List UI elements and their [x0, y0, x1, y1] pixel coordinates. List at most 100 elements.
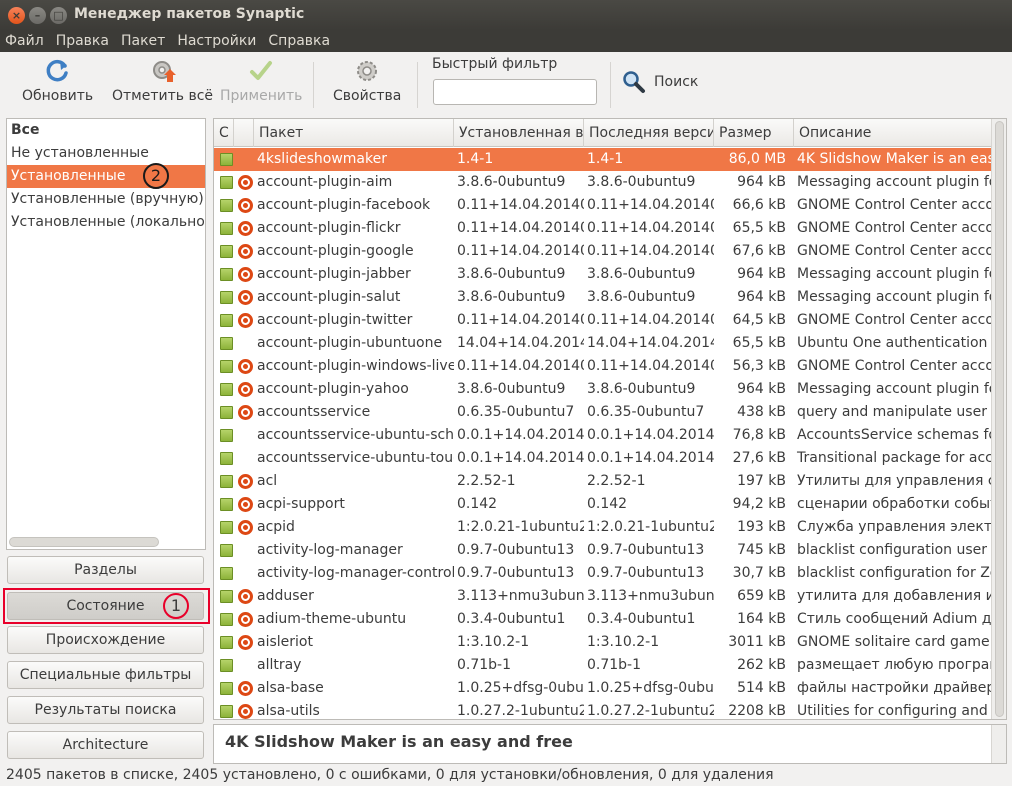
status-cell[interactable]: [214, 217, 234, 240]
table-row[interactable]: account-plugin-yahoo 3.8.6-0ubuntu9 3.8.6-…: [214, 378, 992, 401]
installed-checkbox-icon[interactable]: [220, 406, 233, 419]
filter-item-not-installed[interactable]: Не установленные: [7, 142, 205, 165]
table-vscroll-thumb[interactable]: [995, 121, 1004, 717]
maximize-button[interactable]: □: [50, 7, 67, 24]
table-row[interactable]: account-plugin-jabber 3.8.6-0ubuntu9 3.8.6…: [214, 263, 992, 286]
installed-checkbox-icon[interactable]: [220, 682, 233, 695]
installed-checkbox-icon[interactable]: [220, 199, 233, 212]
installed-checkbox-icon[interactable]: [220, 268, 233, 281]
status-cell[interactable]: [214, 562, 234, 585]
mark-all-button[interactable]: Отметить всё: [112, 58, 213, 104]
installed-checkbox-icon[interactable]: [220, 452, 233, 465]
table-row[interactable]: accountsservice-ubuntu-touch 0.0.1+14.04.…: [214, 447, 992, 470]
status-cell[interactable]: [214, 332, 234, 355]
status-cell[interactable]: [214, 493, 234, 516]
table-row[interactable]: account-plugin-flickr 0.11+14.04.20140409…: [214, 217, 992, 240]
status-cell[interactable]: [214, 378, 234, 401]
menu-package[interactable]: Пакет: [115, 30, 171, 52]
installed-checkbox-icon[interactable]: [220, 521, 233, 534]
table-row[interactable]: acl 2.2.52-1 2.2.52-1 197 kB Утилиты для упр…: [214, 470, 992, 493]
status-cell[interactable]: [214, 424, 234, 447]
search-button[interactable]: Поиск: [622, 70, 698, 94]
custom-filters-button[interactable]: Специальные фильтры: [7, 661, 204, 689]
installed-checkbox-icon[interactable]: [220, 567, 233, 580]
table-row[interactable]: alsa-utils 1.0.27.2-1ubuntu2 1.0.27.2-1ubu…: [214, 700, 992, 719]
status-cell[interactable]: [214, 516, 234, 539]
filter-list-hscrollbar[interactable]: [9, 537, 159, 547]
status-cell[interactable]: [214, 539, 234, 562]
installed-checkbox-icon[interactable]: [220, 176, 233, 189]
status-cell[interactable]: [214, 677, 234, 700]
table-row[interactable]: account-plugin-aim 3.8.6-0ubuntu9 3.8.6-0u…: [214, 171, 992, 194]
table-row[interactable]: activity-log-manager-control-center0.9.7…: [214, 562, 992, 585]
properties-button[interactable]: Свойства: [333, 58, 401, 104]
table-row[interactable]: adium-theme-ubuntu 0.3.4-0ubuntu1 0.3.4-0u…: [214, 608, 992, 631]
table-row[interactable]: account-plugin-salut 3.8.6-0ubuntu9 3.8.6-…: [214, 286, 992, 309]
quick-filter-input[interactable]: [433, 79, 597, 105]
installed-checkbox-icon[interactable]: [220, 705, 233, 718]
installed-checkbox-icon[interactable]: [220, 360, 233, 373]
column-header-package[interactable]: Пакет: [254, 119, 454, 147]
status-cell[interactable]: [214, 447, 234, 470]
table-row[interactable]: activity-log-manager 0.9.7-0ubuntu13 0.9.7…: [214, 539, 992, 562]
column-header-latest-version[interactable]: Последняя версия: [584, 119, 714, 147]
table-row[interactable]: account-plugin-ubuntuone 14.04+14.04.2014…: [214, 332, 992, 355]
status-cell[interactable]: [214, 263, 234, 286]
table-row[interactable]: alltray 0.71b-1 0.71b-1 262 kB размещает люб…: [214, 654, 992, 677]
filter-item-installed-local[interactable]: Установленные (локально или устаревшие): [7, 211, 205, 234]
table-row[interactable]: account-plugin-google 0.11+14.04.20140409…: [214, 240, 992, 263]
menu-edit[interactable]: Правка: [50, 30, 115, 52]
table-row[interactable]: aisleriot 1:3.10.2-1 1:3.10.2-1 3011 kB GNOM…: [214, 631, 992, 654]
table-row[interactable]: 4kslideshowmaker 1.4-1 1.4-1 86,0 MB 4K Slid…: [214, 148, 992, 171]
status-cell[interactable]: [214, 171, 234, 194]
column-header-installed-version[interactable]: Установленная версия: [454, 119, 584, 147]
table-row[interactable]: account-plugin-twitter 0.11+14.04.2014040…: [214, 309, 992, 332]
installed-checkbox-icon[interactable]: [220, 153, 233, 166]
table-row[interactable]: acpi-support 0.142 0.142 94,2 kB сценарии об…: [214, 493, 992, 516]
filter-item-installed[interactable]: Установленные: [7, 165, 205, 188]
filter-item-installed-manual[interactable]: Установленные (вручную): [7, 188, 205, 211]
installed-checkbox-icon[interactable]: [220, 383, 233, 396]
installed-checkbox-icon[interactable]: [220, 245, 233, 258]
sections-button[interactable]: Разделы: [7, 556, 204, 584]
column-header-support[interactable]: [234, 119, 254, 147]
installed-checkbox-icon[interactable]: [220, 429, 233, 442]
table-row[interactable]: accountsservice-ubuntu-schemas0.0.1+14.0…: [214, 424, 992, 447]
status-cell[interactable]: [214, 654, 234, 677]
apply-button[interactable]: Применить: [220, 58, 302, 104]
architecture-button[interactable]: Architecture: [7, 731, 204, 759]
status-cell[interactable]: [214, 148, 234, 171]
installed-checkbox-icon[interactable]: [220, 475, 233, 488]
table-row[interactable]: acpid 1:2.0.21-1ubuntu2 1:2.0.21-1ubuntu2 1…: [214, 516, 992, 539]
filter-item-all[interactable]: Все: [7, 119, 205, 142]
minimize-button[interactable]: –: [29, 7, 46, 24]
search-results-button[interactable]: Результаты поиска: [7, 696, 204, 724]
status-cell[interactable]: [214, 401, 234, 424]
table-row[interactable]: account-plugin-facebook 0.11+14.04.201404…: [214, 194, 992, 217]
menu-help[interactable]: Справка: [262, 30, 336, 52]
table-row[interactable]: alsa-base 1.0.25+dfsg-0ubuntu41.0.25+dfsg…: [214, 677, 992, 700]
table-row[interactable]: adduser 3.113+nmu3ubuntu33.113+nmu3ubuntu…: [214, 585, 992, 608]
installed-checkbox-icon[interactable]: [220, 337, 233, 350]
status-cell[interactable]: [214, 309, 234, 332]
menu-settings[interactable]: Настройки: [171, 30, 262, 52]
reload-button[interactable]: Обновить: [22, 58, 93, 104]
installed-checkbox-icon[interactable]: [220, 544, 233, 557]
description-vscrollbar[interactable]: [991, 725, 1006, 763]
status-cell[interactable]: [214, 286, 234, 309]
status-cell[interactable]: [214, 194, 234, 217]
column-header-status[interactable]: С: [214, 119, 234, 147]
origin-button[interactable]: Происхождение: [7, 626, 204, 654]
column-header-description[interactable]: Описание: [794, 119, 992, 147]
status-cell[interactable]: [214, 355, 234, 378]
installed-checkbox-icon[interactable]: [220, 222, 233, 235]
column-header-size[interactable]: Размер: [714, 119, 794, 147]
table-vscrollbar[interactable]: [991, 119, 1006, 719]
table-row[interactable]: accountsservice 0.6.35-0ubuntu7 0.6.35-0ub…: [214, 401, 992, 424]
menu-file[interactable]: Файл: [0, 30, 50, 52]
close-button[interactable]: ×: [8, 7, 25, 24]
status-cell[interactable]: [214, 608, 234, 631]
status-cell[interactable]: [214, 631, 234, 654]
installed-checkbox-icon[interactable]: [220, 314, 233, 327]
installed-checkbox-icon[interactable]: [220, 498, 233, 511]
